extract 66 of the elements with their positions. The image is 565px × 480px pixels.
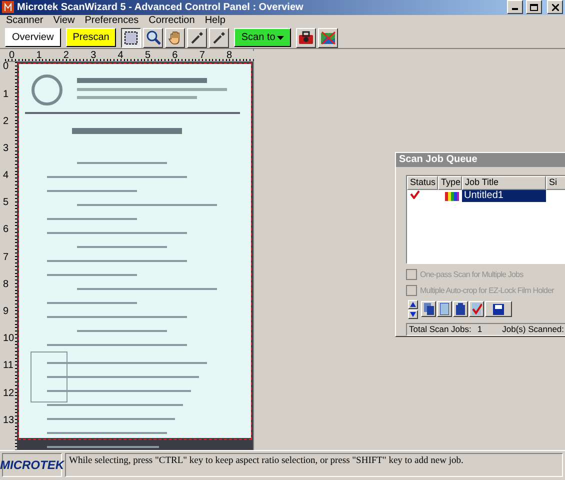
save-job-button[interactable] bbox=[485, 301, 512, 318]
ruler-label: 5 bbox=[144, 51, 152, 62]
zoom-icon bbox=[146, 30, 161, 46]
ruler-label: 11 bbox=[3, 361, 14, 374]
move-down-button[interactable] bbox=[408, 310, 418, 319]
menu-item[interactable]: Scanner bbox=[6, 15, 44, 26]
ruler-label: 3 bbox=[90, 51, 98, 62]
ruler-label: 7 bbox=[3, 252, 10, 265]
ruler-label: 0 bbox=[9, 51, 16, 62]
ruler-label: 1 bbox=[3, 90, 10, 102]
ruler-label: 6 bbox=[3, 225, 10, 238]
ruler-label: 2 bbox=[63, 51, 70, 62]
ruler-label: 6 bbox=[172, 51, 179, 62]
image-icon bbox=[320, 30, 336, 46]
column-header[interactable]: Type bbox=[438, 176, 462, 190]
ruler-label: 12 bbox=[3, 388, 16, 401]
copy-job-button[interactable] bbox=[421, 301, 436, 318]
column-header[interactable]: Status bbox=[407, 176, 438, 190]
ruler-label: 1 bbox=[36, 51, 43, 62]
jobs-scanned-label: Job(s) Scanned: bbox=[502, 324, 564, 334]
ruler-label: 0 bbox=[3, 62, 10, 74]
column-header[interactable]: Si bbox=[546, 176, 565, 190]
ruler-label: 10 bbox=[3, 334, 16, 346]
move-up-button[interactable] bbox=[408, 300, 418, 309]
ruler-label: 9 bbox=[3, 307, 10, 320]
toolbar-icon-button[interactable] bbox=[121, 28, 142, 48]
close-button[interactable] bbox=[547, 0, 563, 14]
minimize-button[interactable] bbox=[507, 0, 523, 14]
company-logo: MICROTEK bbox=[2, 453, 62, 477]
ruler-label: 2 bbox=[3, 116, 10, 129]
ruler-label: 7 bbox=[199, 51, 206, 62]
color-type-icon bbox=[445, 192, 459, 201]
check-job-button[interactable] bbox=[469, 301, 484, 318]
maximize-icon bbox=[530, 4, 538, 11]
app-icon bbox=[2, 1, 14, 14]
status-message: While selecting, press "CTRL" key to keep aspect ratio selection, or press "SHIFT" key to add new job. bbox=[65, 453, 563, 477]
menu-item[interactable]: Preferences bbox=[84, 15, 139, 26]
ruler-label: 4 bbox=[118, 51, 124, 62]
panel-title: Scan Job Queue bbox=[396, 153, 565, 168]
eyedropper-icon bbox=[190, 30, 204, 45]
window-title: Microtek ScanWizard 5 - Advanced Control Panel : Overview bbox=[17, 2, 304, 13]
ruler-label: 8 bbox=[226, 51, 234, 62]
toolbar-button[interactable]: Overview bbox=[5, 28, 61, 48]
ruler-label: 5 bbox=[3, 198, 10, 210]
menu-item[interactable]: View bbox=[53, 15, 75, 26]
ruler-label: 4 bbox=[3, 171, 10, 184]
menu-item[interactable]: Help bbox=[204, 15, 226, 26]
eyedropper-icon bbox=[212, 30, 226, 45]
camera-bag-icon bbox=[298, 30, 314, 45]
delete-job-button[interactable] bbox=[453, 301, 468, 318]
total-jobs-label: Total Scan Jobs: bbox=[409, 324, 472, 334]
ruler-label: 3 bbox=[3, 144, 10, 156]
column-header[interactable]: Job Title bbox=[462, 176, 546, 190]
close-icon bbox=[552, 4, 558, 11]
ruler-label: 8 bbox=[3, 280, 10, 292]
selection-tool-icon bbox=[124, 30, 138, 45]
maximize-button[interactable] bbox=[526, 0, 542, 14]
caret-icon bbox=[277, 36, 284, 40]
job-title-cell[interactable]: Untitled1 bbox=[462, 190, 546, 202]
toolbar-button[interactable]: Prescan bbox=[66, 28, 116, 48]
ruler-label: 13 bbox=[3, 416, 16, 428]
new-job-button[interactable] bbox=[437, 301, 452, 318]
menu-item[interactable]: Correction bbox=[148, 15, 195, 26]
hand-icon bbox=[168, 30, 182, 46]
scan-to-button[interactable]: Scan to bbox=[234, 28, 292, 48]
total-jobs-count: 1 bbox=[477, 324, 482, 334]
